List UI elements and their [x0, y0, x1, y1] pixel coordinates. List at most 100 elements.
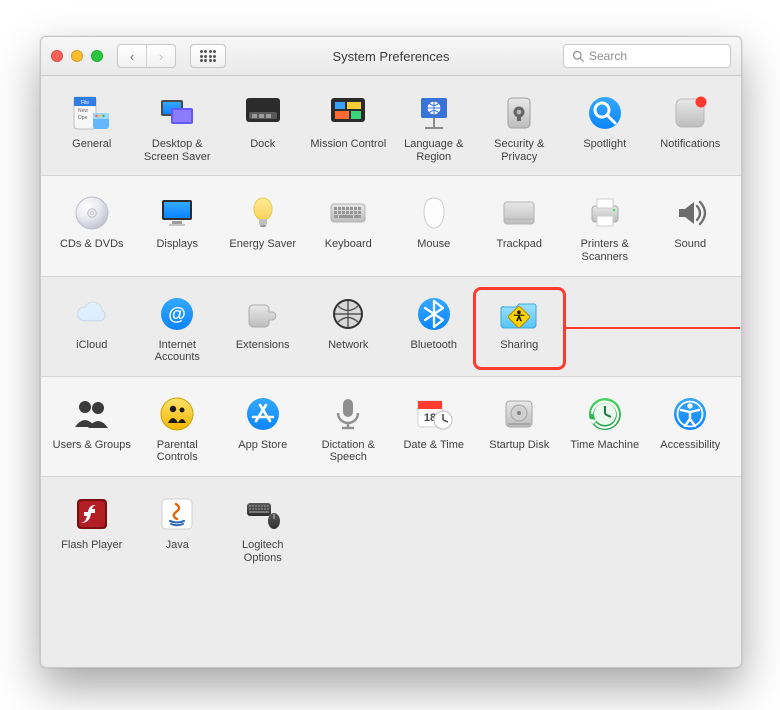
sharing-icon: [498, 293, 540, 335]
general-icon: [71, 92, 113, 134]
pref-energy[interactable]: Energy Saver: [220, 190, 306, 265]
zoom-button[interactable]: [91, 50, 103, 62]
pref-extensions[interactable]: Extensions: [220, 291, 306, 366]
pref-label: Time Machine: [570, 439, 639, 452]
pref-label: Notifications: [660, 138, 720, 151]
pref-appstore[interactable]: App Store: [220, 391, 306, 466]
logitech-icon: [242, 493, 284, 535]
trackpad-icon: [498, 192, 540, 234]
timemachine-icon: [584, 393, 626, 435]
pref-internet[interactable]: Internet Accounts: [135, 291, 221, 366]
pref-startup[interactable]: Startup Disk: [477, 391, 563, 466]
pref-trackpad[interactable]: Trackpad: [477, 190, 563, 265]
show-all-button[interactable]: [190, 44, 226, 68]
extensions-icon: [242, 293, 284, 335]
pref-flash[interactable]: Flash Player: [49, 491, 135, 566]
pref-cds[interactable]: CDs & DVDs: [49, 190, 135, 265]
system-preferences-window: ‹ › System Preferences Search General: [40, 36, 742, 668]
pref-notifications[interactable]: Notifications: [648, 90, 734, 165]
pref-printers[interactable]: Printers & Scanners: [562, 190, 648, 265]
accessibility-icon: [669, 393, 711, 435]
pref-label: Energy Saver: [229, 238, 296, 251]
search-icon: [572, 50, 584, 62]
pref-label: App Store: [238, 439, 287, 452]
pref-label: Spotlight: [583, 138, 626, 151]
empty-cell: [391, 491, 477, 566]
mission-icon: [327, 92, 369, 134]
pref-label: Dictation & Speech: [308, 439, 388, 464]
pref-label: Trackpad: [497, 238, 542, 251]
pref-java[interactable]: Java: [135, 491, 221, 566]
pref-keyboard[interactable]: Keyboard: [306, 190, 392, 265]
empty-cell: [562, 491, 648, 566]
pref-label: Printers & Scanners: [565, 238, 645, 263]
back-button[interactable]: ‹: [118, 45, 147, 67]
pref-label: Extensions: [236, 339, 290, 352]
pref-accessibility[interactable]: Accessibility: [648, 391, 734, 466]
pref-sound[interactable]: Sound: [648, 190, 734, 265]
security-icon: [498, 92, 540, 134]
datetime-icon: [413, 393, 455, 435]
printers-icon: [584, 192, 626, 234]
titlebar: ‹ › System Preferences Search: [41, 37, 741, 76]
empty-cell: [648, 491, 734, 566]
pref-desktop[interactable]: Desktop & Screen Saver: [135, 90, 221, 165]
close-button[interactable]: [51, 50, 63, 62]
pref-displays[interactable]: Displays: [135, 190, 221, 265]
notifications-icon: [669, 92, 711, 134]
pref-row: GeneralDesktop & Screen SaverDock Mission…: [41, 76, 741, 175]
pref-label: Accessibility: [660, 439, 720, 452]
pref-label: Displays: [156, 238, 198, 251]
pref-spotlight[interactable]: Spotlight: [562, 90, 648, 165]
nav-back-forward: ‹ ›: [117, 44, 176, 68]
pref-timemachine[interactable]: Time Machine: [562, 391, 648, 466]
desktop-icon: [156, 92, 198, 134]
pref-label: Users & Groups: [53, 439, 131, 452]
pref-label: CDs & DVDs: [60, 238, 124, 251]
displays-icon: [156, 192, 198, 234]
pref-label: Network: [328, 339, 368, 352]
java-icon: [156, 493, 198, 535]
pref-label: Logitech Options: [223, 539, 303, 564]
flash-icon: [71, 493, 113, 535]
window-controls: [51, 50, 103, 62]
startup-icon: [498, 393, 540, 435]
internet-icon: [156, 293, 198, 335]
pref-bluetooth[interactable]: Bluetooth: [391, 291, 477, 366]
pref-logitech[interactable]: Logitech Options: [220, 491, 306, 566]
pref-icloud[interactable]: iCloud: [49, 291, 135, 366]
pref-mission[interactable]: Mission Control: [306, 90, 392, 165]
pref-label: iCloud: [76, 339, 107, 352]
pref-datetime[interactable]: Date & Time: [391, 391, 477, 466]
pref-label: Date & Time: [403, 439, 464, 452]
pref-mouse[interactable]: Mouse: [391, 190, 477, 265]
pref-language[interactable]: Language & Region: [391, 90, 477, 165]
pref-row: Users & Groups Parental Controls App Store…: [41, 377, 741, 476]
pref-parental[interactable]: Parental Controls: [135, 391, 221, 466]
empty-cell: [306, 491, 392, 566]
pref-users[interactable]: Users & Groups: [49, 391, 135, 466]
mouse-icon: [413, 192, 455, 234]
sound-icon: [669, 192, 711, 234]
search-field[interactable]: Search: [563, 44, 731, 68]
dictation-icon: [327, 393, 369, 435]
empty-cell: [648, 291, 734, 366]
empty-cell: [477, 491, 563, 566]
empty-cell: [562, 291, 648, 366]
pref-label: Desktop & Screen Saver: [137, 138, 217, 163]
pref-label: Bluetooth: [411, 339, 457, 352]
pref-sharing[interactable]: Sharing: [477, 291, 563, 366]
forward-button[interactable]: ›: [147, 45, 175, 67]
pref-network[interactable]: Network: [306, 291, 392, 366]
pref-security[interactable]: Security & Privacy: [477, 90, 563, 165]
pref-label: Sound: [674, 238, 706, 251]
pref-general[interactable]: General: [49, 90, 135, 165]
grid-icon: [200, 50, 217, 62]
cds-icon: [71, 192, 113, 234]
pref-dock[interactable]: Dock: [220, 90, 306, 165]
pref-dictation[interactable]: Dictation & Speech: [306, 391, 392, 466]
pref-label: Java: [166, 539, 189, 552]
network-icon: [327, 293, 369, 335]
pref-label: Mission Control: [310, 138, 386, 151]
minimize-button[interactable]: [71, 50, 83, 62]
